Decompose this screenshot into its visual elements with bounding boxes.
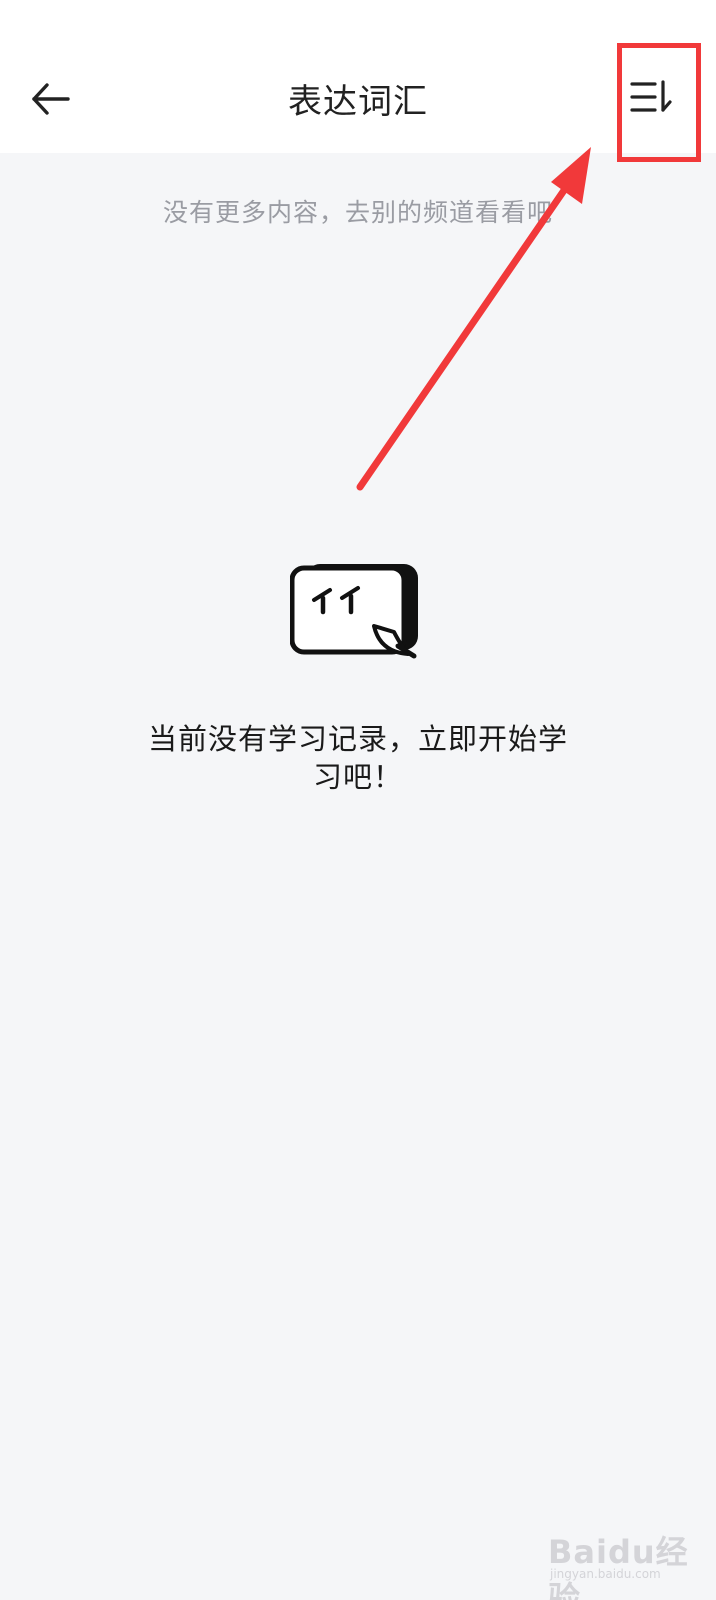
watermark-brand: Baidu经验 xyxy=(548,1533,689,1600)
empty-state-message: 当前没有学习记录，立即开始学习吧！ xyxy=(147,722,568,794)
top-bar: 表达词汇 xyxy=(0,0,716,153)
watermark: Baidu经验 jingyan.baidu.com xyxy=(548,1515,698,1600)
end-of-feed-hint: 没有更多内容，去别的频道看看吧 xyxy=(162,198,553,227)
empty-face-icon xyxy=(289,560,426,668)
highlight-box xyxy=(617,43,701,162)
vocabulary-page: 表达词汇 没有更多内容，去别的频道看看吧 当前没有学习记录，立即开始学习吧！ B… xyxy=(0,0,716,1600)
page-title: 表达词汇 xyxy=(288,82,428,122)
watermark-url: jingyan.baidu.com xyxy=(550,1567,661,1581)
annotation-arrow-icon xyxy=(356,147,591,491)
